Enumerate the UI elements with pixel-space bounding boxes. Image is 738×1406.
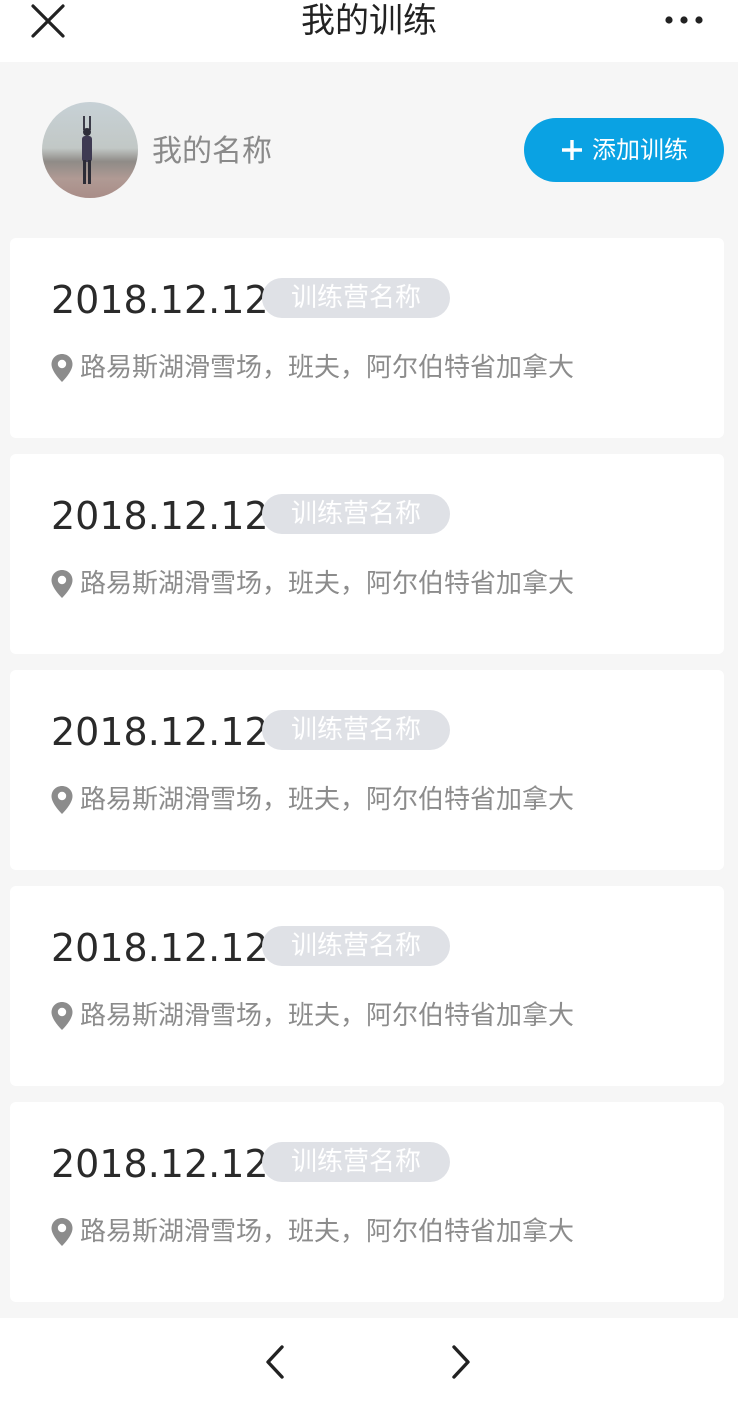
- location-pin-icon: [51, 354, 73, 382]
- training-date: 2018.12.12: [51, 710, 269, 754]
- camp-badge: 训练营名称: [262, 926, 450, 966]
- training-location: 路易斯湖滑雪场，班夫，阿尔伯特省加拿大: [50, 998, 574, 1034]
- chevron-right-icon[interactable]: [446, 1342, 474, 1382]
- top-nav-bar: 我的训练: [0, 0, 738, 62]
- training-location: 路易斯湖滑雪场，班夫，阿尔伯特省加拿大: [50, 782, 574, 818]
- plus-icon: [562, 140, 582, 160]
- camp-badge: 训练营名称: [262, 1142, 450, 1182]
- training-card[interactable]: 2018.12.12 训练营名称 路易斯湖滑雪场，班夫，阿尔伯特省加拿大: [10, 454, 724, 654]
- chevron-left-icon[interactable]: [262, 1342, 290, 1382]
- location-pin-icon: [51, 1218, 73, 1246]
- camp-badge: 训练营名称: [262, 278, 450, 318]
- profile-header: 我的名称 添加训练: [0, 62, 738, 238]
- training-date: 2018.12.12: [51, 926, 269, 970]
- camp-badge: 训练营名称: [262, 710, 450, 750]
- training-location: 路易斯湖滑雪场，班夫，阿尔伯特省加拿大: [50, 350, 574, 386]
- training-card[interactable]: 2018.12.12 训练营名称 路易斯湖滑雪场，班夫，阿尔伯特省加拿大: [10, 670, 724, 870]
- location-pin-icon: [51, 570, 73, 598]
- training-card[interactable]: 2018.12.12 训练营名称 路易斯湖滑雪场，班夫，阿尔伯特省加拿大: [10, 886, 724, 1086]
- location-text: 路易斯湖滑雪场，班夫，阿尔伯特省加拿大: [80, 1001, 575, 1031]
- training-date: 2018.12.12: [51, 1142, 269, 1186]
- pagination-bar: [0, 1318, 738, 1406]
- training-card[interactable]: 2018.12.12 训练营名称 路易斯湖滑雪场，班夫，阿尔伯特省加拿大: [10, 1102, 724, 1302]
- training-location: 路易斯湖滑雪场，班夫，阿尔伯特省加拿大: [50, 1214, 574, 1250]
- page-title: 我的训练: [301, 1, 437, 41]
- add-training-button[interactable]: 添加训练: [524, 118, 724, 182]
- location-text: 路易斯湖滑雪场，班夫，阿尔伯特省加拿大: [80, 1217, 575, 1247]
- location-text: 路易斯湖滑雪场，班夫，阿尔伯特省加拿大: [80, 785, 575, 815]
- location-pin-icon: [51, 1002, 73, 1030]
- location-pin-icon: [51, 786, 73, 814]
- camp-badge: 训练营名称: [262, 494, 450, 534]
- add-training-label: 添加训练: [592, 136, 688, 164]
- more-dots-icon[interactable]: [664, 10, 704, 30]
- location-text: 路易斯湖滑雪场，班夫，阿尔伯特省加拿大: [80, 353, 575, 383]
- training-card[interactable]: 2018.12.12 训练营名称 路易斯湖滑雪场，班夫，阿尔伯特省加拿大: [10, 238, 724, 438]
- training-list: 2018.12.12 训练营名称 路易斯湖滑雪场，班夫，阿尔伯特省加拿大 201…: [10, 238, 724, 1318]
- user-name: 我的名称: [152, 134, 272, 169]
- avatar[interactable]: [42, 102, 138, 198]
- training-location: 路易斯湖滑雪场，班夫，阿尔伯特省加拿大: [50, 566, 574, 602]
- training-date: 2018.12.12: [51, 494, 269, 538]
- location-text: 路易斯湖滑雪场，班夫，阿尔伯特省加拿大: [80, 569, 575, 599]
- avatar-figure-icon: [82, 116, 92, 184]
- training-date: 2018.12.12: [51, 278, 269, 322]
